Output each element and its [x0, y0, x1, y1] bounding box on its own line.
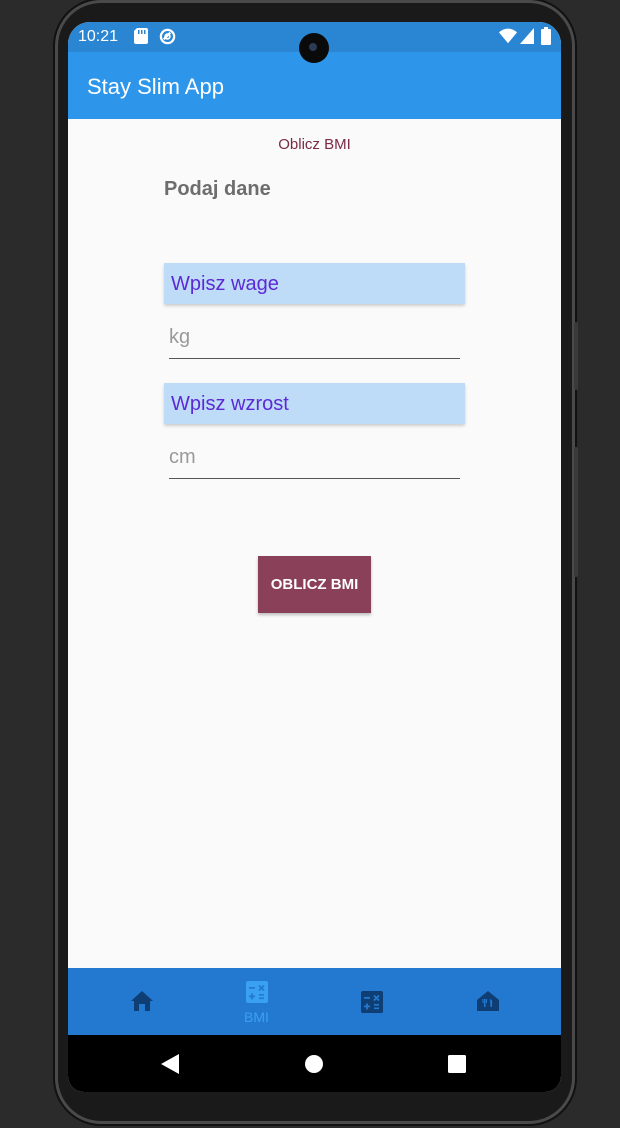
- tab-home[interactable]: [84, 968, 199, 1035]
- restaurant-icon: [476, 991, 499, 1011]
- height-field: [169, 444, 460, 479]
- calculate-bmi-button[interactable]: OBLICZ BMI: [258, 556, 371, 613]
- tab-bmi-label: BMI: [244, 1009, 269, 1025]
- wifi-icon: [499, 28, 517, 44]
- page-caption: Oblicz BMI: [278, 136, 351, 153]
- weight-input[interactable]: [169, 324, 460, 349]
- calculator-icon: [360, 991, 383, 1013]
- front-camera: [299, 33, 329, 63]
- tab-calculator[interactable]: [314, 968, 429, 1035]
- device-screen: 10:21 Stay Slim App Oblicz BMI Podaj dan…: [68, 22, 561, 1092]
- sd-card-icon: [134, 28, 148, 44]
- signal-icon: [520, 28, 534, 44]
- weight-label-box: Wpisz wage: [164, 263, 465, 304]
- tab-meals[interactable]: [430, 968, 545, 1035]
- power-button: [574, 447, 578, 577]
- home-button-icon[interactable]: [305, 1055, 323, 1073]
- data-saver-icon: [159, 28, 176, 45]
- height-label: Wpisz wzrost: [171, 393, 289, 415]
- battery-icon: [541, 27, 551, 45]
- tab-bmi[interactable]: BMI: [199, 968, 314, 1035]
- height-label-box: Wpisz wzrost: [164, 383, 465, 424]
- back-icon[interactable]: [161, 1054, 179, 1074]
- calculator-icon: [245, 981, 268, 1003]
- home-icon: [130, 991, 153, 1011]
- weight-field: [169, 324, 460, 359]
- status-time: 10:21: [78, 28, 119, 45]
- weight-label: Wpisz wage: [171, 273, 279, 295]
- recents-icon[interactable]: [448, 1055, 466, 1073]
- volume-button: [574, 322, 578, 390]
- bottom-navigation: BMI: [68, 968, 561, 1035]
- section-title: Podaj dane: [164, 178, 271, 200]
- app-title: Stay Slim App: [87, 74, 224, 99]
- bmi-page: Oblicz BMI Podaj dane Wpisz wage Wpisz w…: [68, 119, 561, 968]
- system-navigation-bar: [68, 1035, 561, 1092]
- height-input[interactable]: [169, 444, 460, 469]
